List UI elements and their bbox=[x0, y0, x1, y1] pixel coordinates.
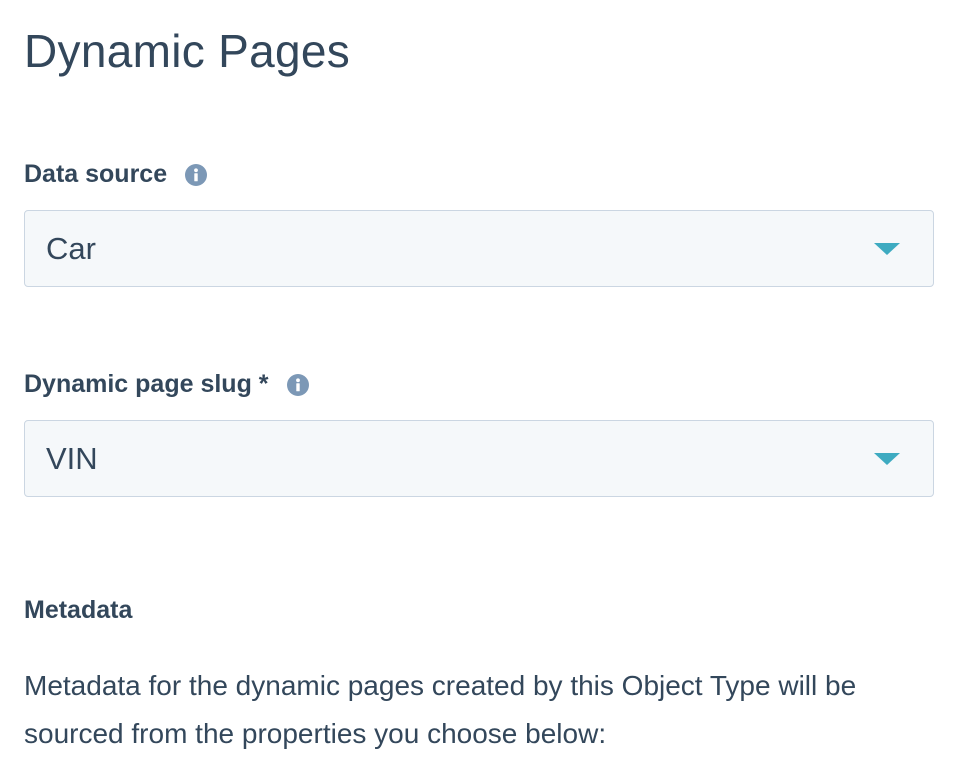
metadata-heading: Metadata bbox=[24, 596, 133, 624]
data-source-label-row: Data source bbox=[24, 160, 208, 189]
slug-label-row: Dynamic page slug * bbox=[24, 370, 309, 399]
data-source-select[interactable]: Car bbox=[24, 210, 934, 287]
data-source-value: Car bbox=[46, 230, 96, 266]
page-title: Dynamic Pages bbox=[24, 25, 351, 77]
slug-select[interactable]: VIN bbox=[24, 420, 934, 497]
metadata-description: Metadata for the dynamic pages created b… bbox=[24, 670, 857, 749]
slug-value: VIN bbox=[46, 440, 98, 476]
data-source-label: Data source bbox=[24, 160, 168, 188]
caret-down-icon bbox=[874, 242, 900, 255]
info-icon[interactable] bbox=[185, 163, 208, 186]
info-icon[interactable] bbox=[286, 373, 309, 396]
slug-label: Dynamic page slug * bbox=[24, 370, 269, 398]
caret-down-icon bbox=[874, 452, 900, 465]
